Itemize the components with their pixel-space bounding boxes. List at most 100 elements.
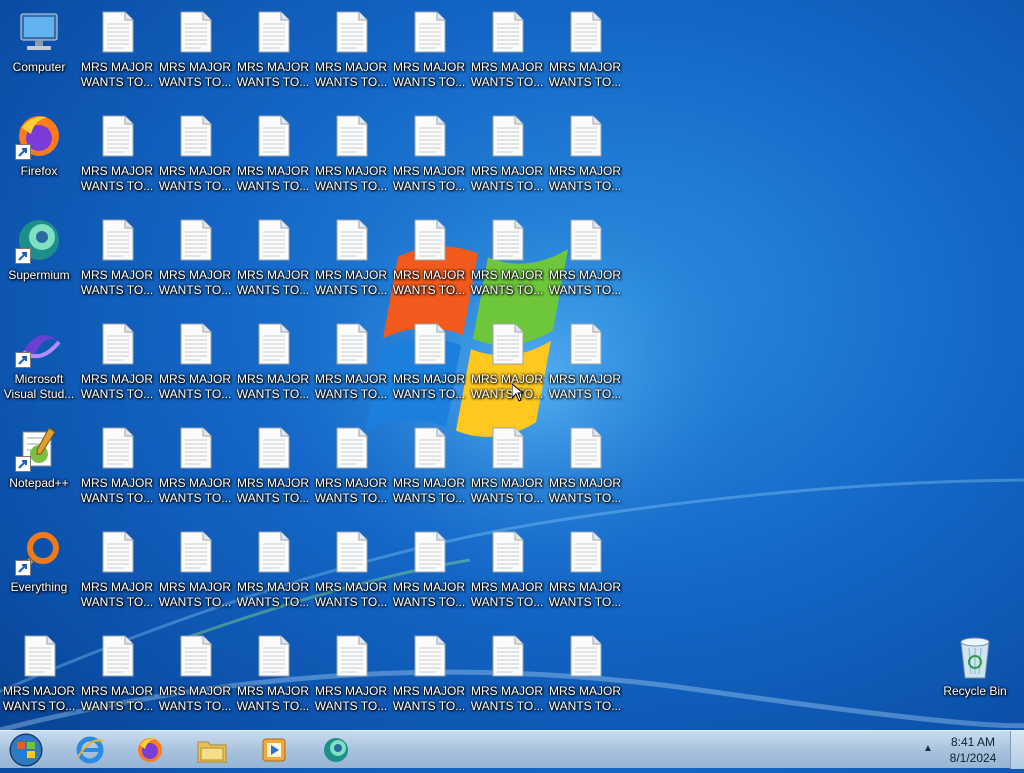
text-document-icon (171, 528, 219, 576)
text-document-icon (483, 216, 531, 264)
shortcut-arrow-icon (15, 352, 31, 368)
desktop-file-item[interactable]: MRS MAJOR WANTS TO... (469, 632, 545, 732)
desktop-icon-recycle-bin[interactable]: Recycle Bin (937, 632, 1013, 732)
desktop-file-item[interactable]: MRS MAJOR WANTS TO... (235, 112, 311, 212)
desktop-file-item[interactable]: MRS MAJOR WANTS TO... (235, 216, 311, 316)
text-document-icon (483, 112, 531, 160)
desktop-file-item[interactable]: MRS MAJOR WANTS TO... (235, 320, 311, 420)
desktop-file-item[interactable]: MRS MAJOR WANTS TO... (391, 8, 467, 108)
desktop-icon-label: MRS MAJOR WANTS TO... (80, 580, 154, 609)
desktop-icon-label: MRS MAJOR WANTS TO... (236, 60, 310, 89)
desktop[interactable]: Computer Firefox Supermium Microsoft Visual… (0, 0, 1024, 730)
desktop-icon-everything[interactable]: Everything (1, 528, 77, 628)
desktop-file-item[interactable]: MRS MAJOR WANTS TO... (469, 216, 545, 316)
taskbar-ie-button[interactable] (64, 732, 116, 768)
desktop-file-item[interactable]: MRS MAJOR WANTS TO... (157, 424, 233, 524)
desktop-icon-label: MRS MAJOR WANTS TO... (158, 268, 232, 297)
desktop-file-item[interactable]: MRS MAJOR WANTS TO... (547, 320, 623, 420)
desktop-file-item[interactable]: MRS MAJOR WANTS TO... (313, 216, 389, 316)
text-document-icon (327, 216, 375, 264)
desktop-file-item[interactable]: MRS MAJOR WANTS TO... (547, 424, 623, 524)
desktop-file-item[interactable]: MRS MAJOR WANTS TO... (79, 8, 155, 108)
desktop-file-item[interactable]: MRS MAJOR WANTS TO... (391, 112, 467, 212)
desktop-file-item[interactable]: MRS MAJOR WANTS TO... (313, 424, 389, 524)
supermium-icon (15, 216, 63, 264)
desktop-icon-label: MRS MAJOR WANTS TO... (314, 580, 388, 609)
desktop-file-item[interactable]: MRS MAJOR WANTS TO... (157, 632, 233, 732)
taskbar-firefox-button[interactable] (124, 732, 176, 768)
desktop-icon-supermium[interactable]: Supermium (1, 216, 77, 316)
text-document-icon (249, 8, 297, 56)
desktop-icon-label: MRS MAJOR WANTS TO... (470, 580, 544, 609)
desktop-file-item[interactable]: MRS MAJOR WANTS TO... (547, 8, 623, 108)
desktop-file-item[interactable]: MRS MAJOR WANTS TO... (313, 8, 389, 108)
clock-time: 8:41 AM (950, 735, 996, 749)
show-desktop-button[interactable] (1010, 731, 1024, 769)
desktop-icon-label: MRS MAJOR WANTS TO... (392, 580, 466, 609)
desktop-file-item[interactable]: MRS MAJOR WANTS TO... (235, 528, 311, 628)
desktop-file-item[interactable]: MRS MAJOR WANTS TO... (79, 320, 155, 420)
text-document-icon (405, 8, 453, 56)
text-document-icon (93, 8, 141, 56)
desktop-file-item[interactable]: MRS MAJOR WANTS TO... (547, 112, 623, 212)
taskbar-media-player-button[interactable] (248, 732, 300, 768)
desktop-icon-label: MRS MAJOR WANTS TO... (2, 684, 76, 713)
desktop-file-item[interactable]: MRS MAJOR WANTS TO... (469, 8, 545, 108)
desktop-file-item[interactable]: MRS MAJOR WANTS TO... (313, 528, 389, 628)
text-document-icon (405, 528, 453, 576)
desktop-file-item[interactable]: MRS MAJOR WANTS TO... (313, 632, 389, 732)
text-document-icon (561, 112, 609, 160)
notification-tray-arrow[interactable]: ▲ (922, 743, 934, 755)
desktop-icon-visual-studio[interactable]: Microsoft Visual Stud... (1, 320, 77, 420)
desktop-file-item[interactable]: MRS MAJOR WANTS TO... (547, 216, 623, 316)
desktop-file-item[interactable]: MRS MAJOR WANTS TO... (157, 528, 233, 628)
desktop-file-item[interactable]: MRS MAJOR WANTS TO... (391, 528, 467, 628)
desktop-icon-label: MRS MAJOR WANTS TO... (314, 60, 388, 89)
text-document-icon (327, 424, 375, 472)
text-document-icon (405, 320, 453, 368)
desktop-icon-label: MRS MAJOR WANTS TO... (158, 684, 232, 713)
desktop-file-item[interactable]: MRS MAJOR WANTS TO... (157, 320, 233, 420)
text-document-icon (15, 632, 63, 680)
desktop-file-item[interactable]: MRS MAJOR WANTS TO... (547, 632, 623, 732)
desktop-icon-label: Notepad++ (9, 476, 69, 490)
desktop-icon-label: MRS MAJOR WANTS TO... (548, 580, 622, 609)
taskbar-explorer-button[interactable] (186, 732, 238, 768)
desktop-icon-label: MRS MAJOR WANTS TO... (236, 164, 310, 193)
desktop-file-item[interactable]: MRS MAJOR WANTS TO... (157, 112, 233, 212)
desktop-icon-computer[interactable]: Computer (1, 8, 77, 108)
desktop-file-item[interactable]: MRS MAJOR WANTS TO... (1, 632, 77, 732)
text-document-icon (93, 216, 141, 264)
desktop-file-item[interactable]: MRS MAJOR WANTS TO... (391, 216, 467, 316)
desktop-file-item[interactable]: MRS MAJOR WANTS TO... (235, 632, 311, 732)
desktop-icon-label: Computer (12, 60, 66, 74)
desktop-file-item[interactable]: MRS MAJOR WANTS TO... (79, 424, 155, 524)
supermium-icon (324, 738, 348, 762)
desktop-file-item[interactable]: MRS MAJOR WANTS TO... (391, 424, 467, 524)
desktop-file-item[interactable]: MRS MAJOR WANTS TO... (547, 528, 623, 628)
desktop-file-item[interactable]: MRS MAJOR WANTS TO... (79, 216, 155, 316)
desktop-icon-firefox[interactable]: Firefox (1, 112, 77, 212)
desktop-file-item[interactable]: MRS MAJOR WANTS TO... (235, 424, 311, 524)
desktop-file-item[interactable]: MRS MAJOR WANTS TO... (313, 320, 389, 420)
desktop-file-item[interactable]: MRS MAJOR WANTS TO... (469, 112, 545, 212)
desktop-file-item[interactable]: MRS MAJOR WANTS TO... (313, 112, 389, 212)
notepad-plus-plus-icon (15, 424, 63, 472)
desktop-icon-label: MRS MAJOR WANTS TO... (80, 684, 154, 713)
desktop-file-item[interactable]: MRS MAJOR WANTS TO... (469, 424, 545, 524)
desktop-file-item[interactable]: MRS MAJOR WANTS TO... (391, 632, 467, 732)
desktop-file-item[interactable]: MRS MAJOR WANTS TO... (79, 112, 155, 212)
desktop-icon-label: MRS MAJOR WANTS TO... (392, 164, 466, 193)
desktop-file-item[interactable]: MRS MAJOR WANTS TO... (79, 632, 155, 732)
taskbar-clock[interactable]: 8:41 AM 8/1/2024 (940, 734, 1006, 766)
desktop-file-item[interactable]: MRS MAJOR WANTS TO... (157, 216, 233, 316)
desktop-file-item[interactable]: MRS MAJOR WANTS TO... (469, 320, 545, 420)
desktop-file-item[interactable]: MRS MAJOR WANTS TO... (391, 320, 467, 420)
desktop-file-item[interactable]: MRS MAJOR WANTS TO... (157, 8, 233, 108)
taskbar-supermium-button[interactable] (310, 732, 362, 768)
desktop-file-item[interactable]: MRS MAJOR WANTS TO... (79, 528, 155, 628)
desktop-file-item[interactable]: MRS MAJOR WANTS TO... (469, 528, 545, 628)
desktop-icon-notepad-plus-plus[interactable]: Notepad++ (1, 424, 77, 524)
desktop-file-item[interactable]: MRS MAJOR WANTS TO... (235, 8, 311, 108)
start-button[interactable] (6, 732, 46, 768)
